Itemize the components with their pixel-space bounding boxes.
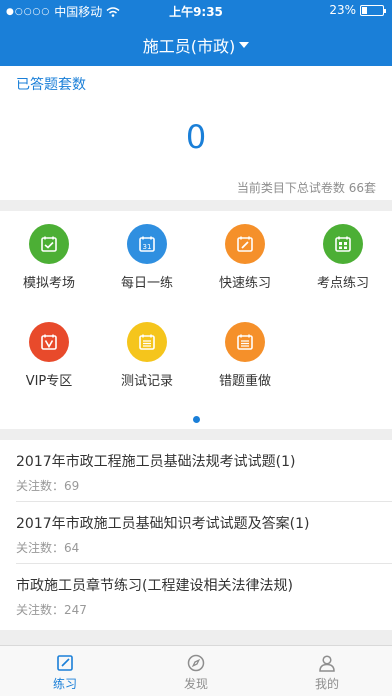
svg-text:31: 31 [143, 243, 152, 251]
grid-item-label: 模拟考场 [22, 276, 75, 291]
function-grid: 模拟考场 31 每日一练 快速练习 考点练习 VIP专区 测试记录 错题重做 [0, 211, 392, 429]
paper-list: 2017年市政工程施工员基础法规考试试题(1) 关注数：69 2017年市政施工… [0, 440, 392, 630]
grid-item-vip[interactable]: VIP专区 [0, 322, 98, 389]
grid-item-mistakes-redo[interactable]: 错题重做 [196, 322, 294, 389]
grid-item-label: 每日一练 [120, 276, 173, 291]
list-item[interactable]: 2017年市政工程施工员基础法规考试试题(1) 关注数：69 [0, 440, 392, 502]
grid-item-label: VIP专区 [25, 374, 73, 389]
list-icon [127, 322, 167, 362]
grid-item-label: 错题重做 [218, 374, 271, 389]
tab-label: 发现 [183, 677, 208, 691]
compass-icon [187, 654, 205, 672]
tab-bar: 练习 发现 我的 [0, 645, 392, 696]
stats-panel: 已答题套数 0 当前类目下总试卷数 66套 [0, 66, 392, 200]
nav-bar: 施工员(市政) [0, 20, 392, 66]
exam-icon [29, 224, 69, 264]
grid-item-test-records[interactable]: 测试记录 [98, 322, 196, 389]
grid-item-daily-practice[interactable]: 31 每日一练 [98, 224, 196, 291]
answered-count: 0 [185, 118, 207, 156]
grid-item-label: 快速练习 [218, 276, 271, 291]
category-selector[interactable]: 施工员(市政) [0, 33, 392, 57]
list-icon [225, 322, 265, 362]
follow-count: 关注数：69 [16, 479, 80, 493]
tab-practice[interactable]: 练习 [0, 646, 130, 696]
battery-percent: 23% [329, 3, 356, 17]
follow-count: 关注数：247 [16, 603, 87, 617]
battery-icon [360, 4, 386, 16]
status-bar: ●○○○○ 中国移动 上午9:35 23% [0, 0, 392, 20]
grid-item-key-points[interactable]: 考点练习 [294, 224, 392, 291]
vip-icon [29, 322, 69, 362]
grid-icon [323, 224, 363, 264]
paper-title: 2017年市政工程施工员基础法规考试试题(1) [16, 454, 296, 470]
paper-title: 2017年市政施工员基础知识考试试题及答案(1) [16, 516, 310, 532]
pencil-icon [225, 224, 265, 264]
list-item[interactable]: 2017年市政施工员基础知识考试试题及答案(1) 关注数：64 [0, 502, 392, 564]
total-papers-note: 当前类目下总试卷数 66套 [236, 181, 376, 195]
list-item[interactable]: 市政施工员章节练习(工程建设相关法律法规) 关注数：247 [0, 564, 392, 626]
nav-title: 施工员(市政) [142, 37, 236, 56]
status-right: 23% [329, 3, 386, 17]
answered-label: 已答题套数 [16, 77, 86, 93]
grid-item-quick-practice[interactable]: 快速练习 [196, 224, 294, 291]
grid-item-label: 考点练习 [316, 276, 369, 291]
user-icon [319, 655, 335, 672]
grid-item-label: 测试记录 [120, 374, 173, 389]
tab-mine[interactable]: 我的 [262, 646, 392, 696]
follow-count: 关注数：64 [16, 541, 80, 555]
page-indicator[interactable] [193, 416, 200, 423]
caret-down-icon [239, 42, 250, 48]
tab-label: 我的 [314, 677, 339, 691]
tab-label: 练习 [52, 677, 77, 691]
calendar-icon: 31 [127, 224, 167, 264]
edit-icon [57, 655, 73, 671]
paper-title: 市政施工员章节练习(工程建设相关法律法规) [16, 578, 293, 594]
grid-item-mock-exam[interactable]: 模拟考场 [0, 224, 98, 291]
tab-discover[interactable]: 发现 [131, 646, 261, 696]
